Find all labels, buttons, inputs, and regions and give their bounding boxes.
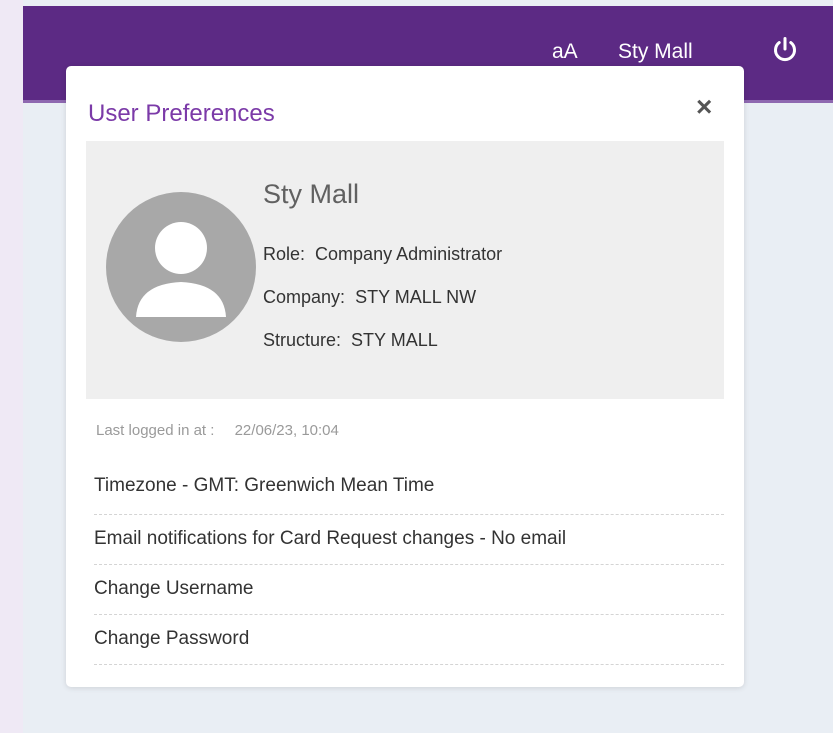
profile-user-name: Sty Mall: [263, 179, 360, 209]
company-label: Company:: [263, 287, 346, 307]
preferences-list: Timezone - GMT: Greenwich Mean Time Emai…: [94, 463, 724, 665]
user-menu-name[interactable]: Sty Mall: [618, 40, 693, 64]
email-notification-setting[interactable]: Email notifications for Card Request cha…: [94, 515, 724, 565]
structure-value: STY MALL: [351, 330, 438, 350]
change-password-link[interactable]: Change Password: [94, 615, 724, 665]
company-value: STY MALL NW: [355, 287, 477, 307]
role-label: Role:: [263, 244, 306, 264]
user-avatar-icon: [106, 192, 256, 342]
last-login-info: Last logged in at : 22/06/23, 10:04: [96, 422, 339, 439]
profile-card: Sty Mall Role: Company Administrator Com…: [86, 141, 724, 399]
timezone-setting[interactable]: Timezone - GMT: Greenwich Mean Time: [94, 463, 724, 515]
last-login-label: Last logged in at :: [96, 422, 215, 439]
role-value: Company Administrator: [315, 244, 503, 264]
close-icon[interactable]: ×: [696, 92, 712, 122]
change-username-link[interactable]: Change Username: [94, 565, 724, 615]
dialog-title: User Preferences: [88, 100, 275, 127]
font-size-toggle[interactable]: aA: [552, 40, 578, 64]
last-login-value: 22/06/23, 10:04: [234, 422, 339, 439]
profile-company: Company: STY MALL NW: [263, 287, 476, 308]
structure-label: Structure:: [263, 330, 342, 350]
power-icon[interactable]: [771, 36, 799, 64]
profile-structure: Structure: STY MALL: [263, 330, 438, 351]
user-preferences-dialog: User Preferences × Sty Mall Role: Compan…: [66, 66, 744, 687]
profile-role: Role: Company Administrator: [263, 244, 502, 265]
